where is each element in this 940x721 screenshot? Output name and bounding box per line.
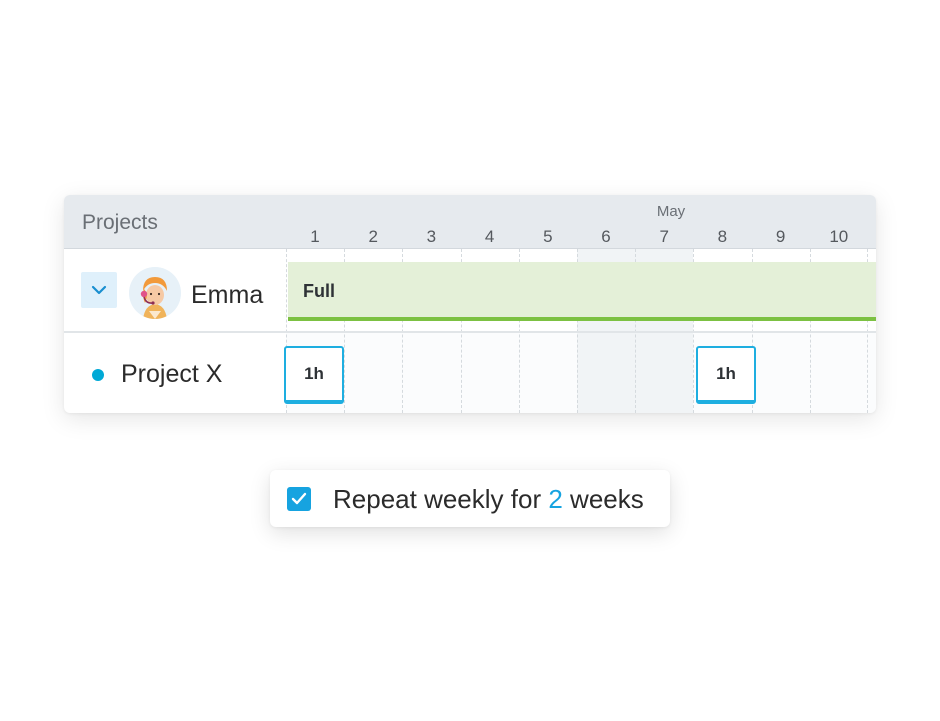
availability-bar[interactable]: Full — [288, 262, 876, 321]
checkmark-icon — [291, 492, 307, 505]
time-block-day-1[interactable]: 1h — [284, 346, 344, 404]
day-label-3: 3 — [426, 227, 437, 246]
repeat-text-before: Repeat weekly for — [333, 484, 542, 514]
day-label-2: 2 — [368, 227, 378, 246]
repeat-text: Repeat weekly for 2 weeks — [333, 484, 644, 515]
day-label-6: 6 — [601, 227, 611, 246]
day-label-7: 7 — [659, 227, 669, 246]
day-label-10: 10 — [829, 227, 849, 246]
day-label-1: 1 — [310, 227, 320, 246]
timeline-header: Projects May 1 2 3 4 5 6 7 8 9 10 — [64, 195, 876, 249]
repeat-count[interactable]: 2 — [548, 484, 562, 514]
repeat-checkbox[interactable] — [287, 487, 311, 511]
project-name: Project X — [121, 360, 223, 388]
repeat-text-after: weeks — [570, 484, 644, 514]
schedule-card: Projects May 1 2 3 4 5 6 7 8 9 10 Emma Full — [64, 195, 876, 413]
avatar — [129, 267, 181, 319]
day-label-4: 4 — [484, 227, 495, 246]
person-name: Emma — [191, 281, 264, 309]
expand-toggle-button[interactable] — [81, 272, 117, 308]
day-label-8: 8 — [717, 227, 728, 246]
row-divider — [64, 331, 876, 333]
month-label: May — [656, 203, 686, 220]
day-label-9: 9 — [775, 227, 786, 246]
chevron-down-icon — [91, 285, 107, 295]
repeat-option-card: Repeat weekly for 2 weeks — [270, 470, 670, 527]
time-block-day-8[interactable]: 1h — [696, 346, 756, 404]
availability-label: Full — [303, 281, 335, 301]
person-avatar-icon — [129, 267, 181, 319]
day-label-5: 5 — [543, 227, 553, 246]
header-title: Projects — [82, 211, 158, 234]
project-color-dot — [92, 369, 104, 381]
